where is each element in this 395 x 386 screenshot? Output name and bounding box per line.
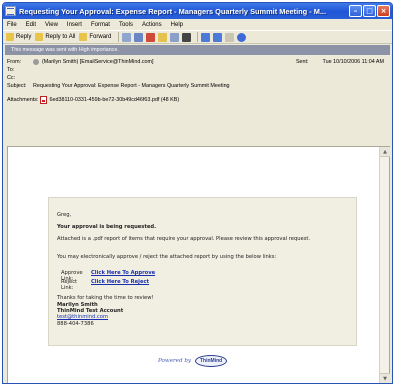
reply-button[interactable]: Reply (6, 33, 31, 41)
attachments-row: Attachments: 6ed38110-0331-459b-be72-30b… (7, 96, 388, 104)
reply-all-button[interactable]: Reply to All (35, 33, 75, 41)
menu-format[interactable]: Format (91, 22, 110, 28)
powered-by: Powered by ThinMind (158, 355, 228, 367)
font-size-icon[interactable] (225, 32, 235, 42)
move-icon[interactable] (170, 32, 180, 42)
message-header: From: (Marilyn Smith) [EmailService@Thin… (3, 55, 392, 124)
delete-icon[interactable] (182, 32, 192, 42)
title-bar[interactable]: Requesting Your Approval: Expense Report… (3, 3, 392, 19)
menu-view[interactable]: View (45, 22, 58, 28)
to-label: To: (7, 67, 15, 73)
subject-value: Requesting Your Approval: Expense Report… (33, 83, 230, 89)
attachment-file[interactable]: 6ed38110-0331-459b-be72-30b49cd46f63.pdf… (49, 97, 179, 103)
importance-infobar: This message was sent with High importan… (5, 45, 390, 55)
scroll-down-icon[interactable]: ▼ (380, 373, 390, 383)
pdf-icon (40, 96, 48, 104)
sent-value: Tue 10/10/2006 11:04 AM (322, 59, 384, 65)
next-icon[interactable] (213, 32, 223, 42)
toolbar-separator (197, 32, 199, 42)
attachments-label: Attachments: (7, 97, 39, 103)
outlook-message-window: Requesting Your Approval: Expense Report… (2, 2, 393, 384)
from-value[interactable]: (Marilyn Smith) [EmailService@ThinMind.c… (42, 59, 154, 65)
vertical-scrollbar[interactable]: ▲ ▼ (379, 147, 390, 383)
signature-phone: 888-404-7386 (57, 320, 94, 327)
help-icon[interactable] (237, 32, 247, 42)
toolbar: Reply Reply to All Forward (3, 30, 392, 44)
reject-row: Reject Link: Click Here To Reject (61, 279, 149, 291)
contact-status-icon (33, 59, 39, 65)
menu-bar: File Edit View Insert Format Tools Actio… (3, 19, 392, 30)
instructions-paragraph: You may electronically approve / reject … (57, 254, 277, 260)
greeting: Greg, (57, 212, 72, 218)
email-card: Greg, Your approval is being requested. … (48, 197, 357, 346)
reply-icon (6, 33, 14, 41)
message-icon (5, 6, 16, 16)
powered-by-text: Powered by (158, 358, 192, 364)
menu-edit[interactable]: Edit (26, 22, 36, 28)
sent-label: Sent: (295, 59, 309, 65)
thinmind-logo: ThinMind (195, 355, 228, 367)
window-title: Requesting Your Approval: Expense Report… (19, 6, 327, 16)
previous-icon[interactable] (201, 32, 211, 42)
approval-headline: Your approval is being requested. (57, 224, 157, 230)
message-body[interactable]: Greg, Your approval is being requested. … (7, 146, 390, 383)
intro-paragraph: Attached is a .pdf report of items that … (57, 236, 311, 242)
scroll-up-icon[interactable]: ▲ (380, 147, 390, 157)
minimize-button[interactable]: – (349, 5, 362, 17)
forward-icon (79, 33, 88, 41)
forward-button[interactable]: Forward (79, 33, 111, 41)
thanks-text: Thanks for taking the time to review! (57, 295, 154, 301)
menu-file[interactable]: File (7, 22, 17, 28)
cc-label: Cc: (7, 75, 16, 81)
flag-icon[interactable] (146, 32, 156, 42)
save-icon[interactable] (134, 32, 144, 42)
from-label: From: (7, 59, 22, 65)
menu-insert[interactable]: Insert (67, 22, 82, 28)
reject-link[interactable]: Click Here To Reject (91, 279, 149, 291)
reply-all-icon (35, 33, 44, 41)
menu-tools[interactable]: Tools (119, 22, 133, 28)
categories-icon[interactable] (158, 32, 168, 42)
close-button[interactable]: × (377, 5, 390, 17)
print-icon[interactable] (122, 32, 132, 42)
menu-actions[interactable]: Actions (142, 22, 162, 28)
menu-help[interactable]: Help (171, 22, 183, 28)
subject-label: Subject: (7, 83, 27, 89)
signature: Marilyn Smith ThinMind Test Account test… (57, 302, 123, 327)
reject-label: Reject Link: (61, 279, 78, 291)
toolbar-separator (118, 32, 120, 42)
maximize-button[interactable]: □ (363, 5, 376, 17)
